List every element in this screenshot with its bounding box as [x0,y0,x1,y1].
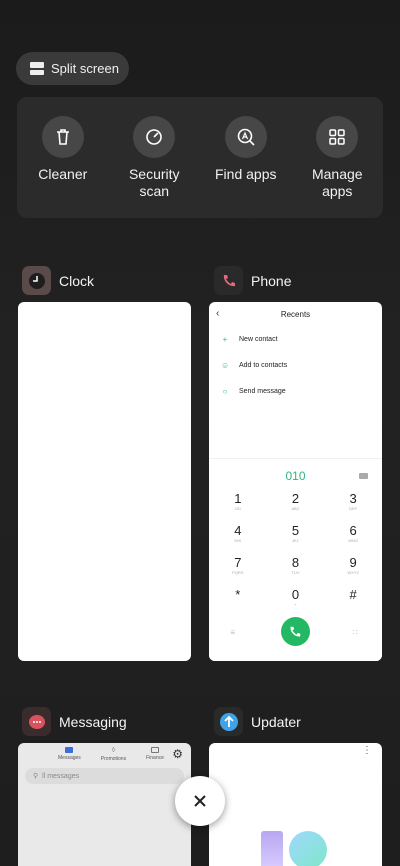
quick-tools-panel: Cleaner Security scan Find apps Manage a… [17,97,383,218]
clock-app-card[interactable] [18,302,191,661]
phone-app-name: Phone [251,272,292,289]
manage-apps-button[interactable]: Manage apps [297,116,377,218]
updater-app-header[interactable]: Updater [214,707,301,736]
cleaner-label: Cleaner [38,166,88,182]
trash-icon [41,116,84,158]
dial-key-7[interactable]: 7 PQRS [209,555,267,583]
phone-icon [214,266,243,295]
phone-app-header[interactable]: Phone [214,266,291,295]
tab-messages[interactable]: Messages [58,747,81,762]
dialpad-toggle-icon[interactable]: ∷ [353,628,361,637]
dial-key-star[interactable]: * [209,587,267,615]
messages-search-input[interactable]: ⚲ ll messages [25,768,184,784]
inbox-icon [65,747,74,753]
call-button[interactable] [280,617,310,646]
manage-apps-label: Manage apps [311,166,363,199]
plus-icon: + [222,334,228,344]
phone-app-card[interactable]: ‹ Recents + New contact ☺ Add to contact… [209,302,382,661]
find-apps-icon [224,116,267,158]
dial-key-5[interactable]: 5 JKL [267,523,325,551]
find-apps-label: Find apps [215,166,277,182]
menu-lines-icon[interactable]: ≡ [230,628,238,637]
dialpad: 010 1 GD 2 ABC 3 DEF 4 GHI 5 JKL 6 MNO 7 PQRS 8… [209,458,382,661]
updater-app-card[interactable]: ⋮ [209,743,382,866]
person-icon: ☺ [221,360,230,370]
security-scan-button[interactable]: Security scan [114,116,194,218]
send-message-label: Send message [239,387,286,395]
send-message-row[interactable]: ○ Send message [209,378,382,404]
search-placeholder: ll messages [42,772,80,780]
updater-arrow-icon [214,707,243,736]
dialed-number: 010 [285,469,306,483]
split-screen-icon [30,62,44,75]
dial-key-2[interactable]: 2 ABC [267,491,325,519]
dial-key-1[interactable]: 1 GD [209,491,267,519]
split-screen-button[interactable]: Split screen [16,52,129,85]
search-icon: ⚲ [33,773,39,780]
new-contact-label: New contact [239,335,278,343]
tab-finance[interactable]: Finance [146,747,164,762]
backspace-icon[interactable] [359,473,368,479]
more-options-icon[interactable]: ⋮ [362,745,372,756]
messaging-icon [22,707,51,736]
grid-icon [316,116,359,158]
dial-key-6[interactable]: 6 MNO [324,523,382,551]
close-icon [194,795,206,807]
messaging-app-header[interactable]: Messaging [22,707,127,736]
split-screen-label: Split screen [51,61,119,76]
clock-app-header[interactable]: Clock [22,266,94,295]
dial-key-8[interactable]: 8 TUV [267,555,325,583]
card-icon [150,747,159,753]
security-scan-label: Security scan [128,166,180,199]
dial-key-4[interactable]: 4 GHI [209,523,267,551]
miui-logo-graphic [261,831,329,866]
new-contact-row[interactable]: + New contact [209,326,382,352]
tab-promotions[interactable]: ◊ Promotions [101,747,126,762]
phone-call-icon [291,626,301,636]
dial-key-9[interactable]: 9 WXYZ [324,555,382,583]
find-apps-button[interactable]: Find apps [206,116,286,218]
messaging-app-card[interactable]: Messages ◊ Promotions Finance ⚙ ⚲ ll mess… [18,743,191,866]
settings-gear-icon[interactable]: ⚙ [172,747,183,761]
dial-key-0[interactable]: 0 + [267,587,325,615]
cleaner-button[interactable]: Cleaner [23,116,103,218]
messaging-app-name: Messaging [59,713,127,730]
close-all-button[interactable] [175,776,225,826]
clock-app-name: Clock [59,272,95,289]
recents-title: Recents [280,310,311,319]
updater-app-name: Updater [251,713,301,730]
add-to-contacts-row[interactable]: ☺ Add to contacts [209,352,382,378]
dial-key-hash[interactable]: # [324,587,382,615]
tag-icon: ◊ [111,747,116,754]
message-bubble-icon: ○ [222,386,228,396]
dial-key-3[interactable]: 3 DEF [324,491,382,519]
clock-icon [22,266,51,295]
security-gauge-icon [133,116,176,158]
add-to-contacts-label: Add to contacts [239,361,288,369]
